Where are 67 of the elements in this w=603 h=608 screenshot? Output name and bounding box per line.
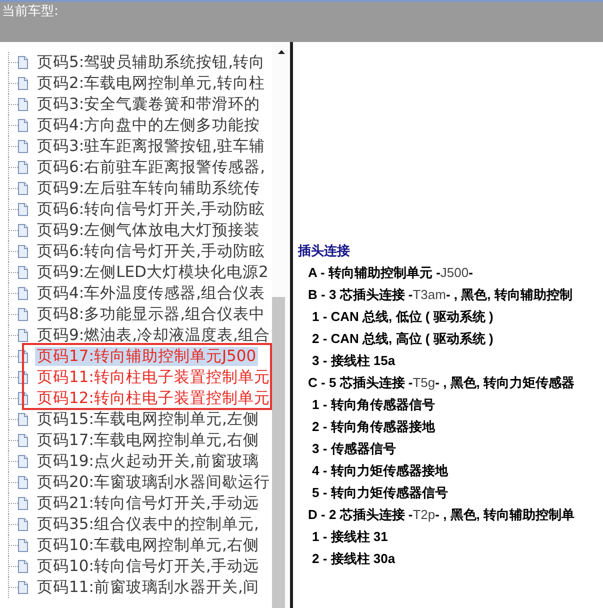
tree-item[interactable]: 页码20:车窗玻璃刮水器间歇运行 — [35, 473, 272, 492]
document-icon — [18, 560, 28, 573]
tree-item[interactable]: 页码19:点火起动开关,前窗玻璃 — [35, 452, 261, 471]
tree-item[interactable]: 页码6:转向信号灯开关,手动防眩 — [35, 242, 268, 261]
car-model-label: 当前车型: — [2, 4, 58, 20]
document-icon — [18, 245, 28, 258]
tree-item[interactable]: 页码4:车外温度传感器,组合仪表 — [35, 284, 268, 303]
pin-line: 3 - 接线柱 15a — [311, 352, 396, 370]
tree-item[interactable]: 页码11:前窗玻璃刮水器开关,间 — [35, 578, 261, 597]
pin-line: 1 - CAN 总线, 低位 ( 驱动系统 ) — [311, 308, 494, 326]
document-icon — [18, 518, 28, 531]
tree-item[interactable]: 页码9:左后驻车转向辅助系统传 — [35, 179, 262, 198]
document-icon — [18, 308, 28, 321]
tree-item[interactable]: 页码10:转向信号灯开关,手动远 — [35, 557, 261, 576]
document-icon — [18, 539, 28, 552]
connector-line: B - 3 芯插头连接 -T3am- , 黑色, 转向辅助控制 — [307, 286, 572, 304]
tree-item[interactable]: 页码6:右前驻车距离报警传感器, — [35, 158, 268, 177]
document-icon — [18, 497, 28, 510]
tree-item[interactable]: 页码5:驾驶员辅助系统按钮,转向 — [35, 53, 268, 72]
tree-item[interactable]: 页码35:组合仪表中的控制单元, — [35, 515, 261, 534]
document-icon — [18, 581, 28, 594]
document-icon — [18, 266, 28, 279]
tree-item[interactable]: 页码17:车载电网控制单元,右侧 — [35, 431, 261, 450]
pin-line: 5 - 转向力矩传感器信号 — [311, 484, 448, 502]
scrollbar[interactable] — [272, 42, 290, 608]
document-icon — [18, 98, 28, 111]
document-icon — [18, 329, 28, 342]
document-icon — [18, 56, 28, 69]
document-icon — [18, 203, 28, 216]
tree-item[interactable]: 页码10:车载电网控制单元,右侧 — [35, 536, 261, 555]
section-title: 插头连接 — [298, 242, 350, 260]
pin-line: 2 - 转向角传感器接地 — [311, 418, 435, 436]
tree-item[interactable]: 页码9:左侧气体放电大灯预接装 — [35, 221, 262, 240]
document-icon — [18, 287, 28, 300]
tree-item[interactable]: 页码4:方向盘中的左侧多功能按 — [35, 116, 262, 135]
tree-item[interactable]: 页码3:安全气囊卷簧和带滑环的 — [35, 95, 262, 114]
document-icon — [18, 77, 28, 90]
tree-item[interactable]: 页码6:转向信号灯开关,手动防眩 — [35, 200, 268, 219]
document-icon — [18, 476, 28, 489]
connector-line: D - 2 芯插头连接 -T2p- , 黑色, 转向辅助控制单 — [307, 506, 575, 524]
document-icon — [18, 182, 28, 195]
tree-item[interactable]: 页码8:多功能显示器,组合仪表中 — [35, 305, 268, 324]
pin-line: 3 - 传感器信号 — [311, 440, 396, 458]
scrollbar-thumb[interactable] — [272, 297, 285, 608]
tree-item[interactable]: 页码21:转向信号灯开关,手动远 — [35, 494, 261, 513]
scroll-up-icon[interactable] — [278, 50, 285, 54]
tree-item[interactable]: 页码9:左侧LED大灯模块化电源2 — [35, 263, 270, 282]
tree-item[interactable]: 页码11:转向柱电子装置控制单元 — [35, 368, 272, 387]
tree-item[interactable]: 页码3:驻车距离报警按钮,驻车辅 — [35, 137, 268, 156]
document-icon — [18, 434, 28, 447]
document-icon — [18, 413, 28, 426]
pin-line: 2 - CAN 总线, 高位 ( 驱动系统 ) — [311, 330, 494, 348]
document-icon — [18, 140, 28, 153]
pin-line: 2 - 接线柱 30a — [311, 550, 396, 568]
tree-item[interactable]: 页码12:转向柱电子装置控制单元 — [35, 389, 272, 408]
tree-item[interactable]: 页码2:车载电网控制单元,转向柱 — [35, 74, 268, 93]
document-icon — [18, 224, 28, 237]
pin-line: 1 - 转向角传感器信号 — [311, 396, 435, 414]
tree-item[interactable]: 页码15:车载电网控制单元,左侧 — [35, 410, 261, 429]
document-icon — [18, 161, 28, 174]
pin-line: 4 - 转向力矩传感器接地 — [311, 462, 448, 480]
connector-line: C - 5 芯插头连接 -T5g- , 黑色, 转向力矩传感器 — [307, 374, 575, 392]
tree-item[interactable]: 页码9:燃油表,冷却液温度表,组合 — [35, 326, 272, 345]
document-icon — [18, 119, 28, 132]
document-icon — [18, 455, 28, 468]
connector-line: A - 转向辅助控制单元 -J500- — [307, 264, 473, 282]
pin-line: 1 - 接线柱 31 — [311, 528, 388, 546]
